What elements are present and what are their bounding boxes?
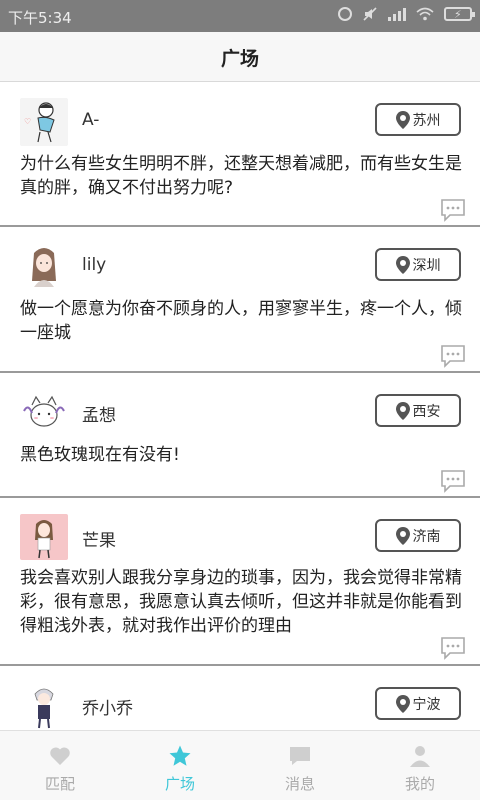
post-username[interactable]: lily bbox=[82, 255, 106, 275]
avatar[interactable]: ♡ bbox=[20, 98, 68, 146]
location-badge[interactable]: 西安 bbox=[375, 394, 461, 427]
post-content: 做一个愿意为你奋不顾身的人，用寥寥半生，疼一个人，倾一座城 bbox=[20, 299, 462, 343]
post-content: 黑色玫瑰现在有没有! bbox=[20, 445, 180, 465]
location-pin-icon bbox=[395, 526, 410, 545]
post-card[interactable]: lily 深圳 做一个愿意为你奋不顾身的人，用寥寥半生，疼一个人，倾一座城 bbox=[0, 229, 480, 373]
location-badge[interactable]: 深圳 bbox=[375, 248, 461, 281]
page-title: 广场 bbox=[220, 48, 259, 70]
comment-icon[interactable] bbox=[440, 636, 466, 660]
post-content: 我会喜欢别人跟我分享身边的琐事，因为，我会觉得非常精彩，很有意思，我愿意认真去倾… bbox=[20, 568, 462, 636]
location-badge[interactable]: 宁波 bbox=[375, 687, 461, 720]
post-card[interactable]: 乔小乔 宁波 bbox=[0, 668, 480, 730]
comment-icon[interactable] bbox=[440, 198, 466, 222]
alarm-icon bbox=[338, 7, 352, 21]
tab-match[interactable]: 匹配 bbox=[0, 731, 120, 800]
tab-label: 我的 bbox=[404, 775, 435, 793]
avatar[interactable] bbox=[20, 243, 68, 291]
location-pin-icon bbox=[395, 401, 410, 420]
status-time: 下午5:34 bbox=[8, 9, 72, 27]
post-content: 为什么有些女生明明不胖，还整天想着减肥，而有些女生是真的胖，确又不付出努力呢? bbox=[20, 154, 462, 198]
location-badge[interactable]: 济南 bbox=[375, 519, 461, 552]
tab-label: 广场 bbox=[164, 775, 195, 793]
tab-messages[interactable]: 消息 bbox=[240, 731, 360, 800]
location-pin-icon bbox=[395, 255, 410, 274]
avatar[interactable] bbox=[20, 514, 68, 560]
avatar[interactable] bbox=[20, 389, 68, 437]
location-label: 苏州 bbox=[412, 112, 441, 129]
post-card[interactable]: ♡ A- 苏州 为什么有些女生明明不胖，还整天想着减肥，而有些女生是真的胖，确又… bbox=[0, 84, 480, 227]
location-pin-icon bbox=[395, 110, 410, 129]
wifi-icon bbox=[416, 7, 434, 21]
battery-charging-icon: ⚡ bbox=[444, 7, 475, 21]
comment-icon[interactable] bbox=[440, 344, 466, 368]
post-card[interactable]: 芒果 济南 我会喜欢别人跟我分享身边的琐事，因为，我会觉得非常精彩，很有意思，我… bbox=[0, 500, 480, 666]
tab-profile[interactable]: 我的 bbox=[360, 731, 480, 800]
post-username[interactable]: 乔小乔 bbox=[82, 694, 133, 719]
post-username[interactable]: A- bbox=[82, 110, 99, 130]
location-label: 深圳 bbox=[412, 257, 441, 274]
square-feed[interactable]: ♡ A- 苏州 为什么有些女生明明不胖，还整天想着减肥，而有些女生是真的胖，确又… bbox=[0, 82, 480, 730]
location-badge[interactable]: 苏州 bbox=[375, 103, 461, 136]
tab-label: 消息 bbox=[284, 775, 315, 793]
location-label: 济南 bbox=[412, 528, 441, 545]
top-navigation-bar: 广场 bbox=[0, 32, 480, 82]
tab-square[interactable]: 广场 bbox=[120, 731, 240, 800]
location-pin-icon bbox=[395, 694, 410, 713]
comment-icon[interactable] bbox=[440, 469, 466, 493]
post-username[interactable]: 孟想 bbox=[82, 401, 116, 426]
signal-icon bbox=[388, 7, 406, 21]
avatar[interactable] bbox=[20, 682, 68, 730]
location-label: 宁波 bbox=[412, 696, 441, 713]
status-icons: ⚡ bbox=[338, 6, 475, 22]
heart-icon bbox=[50, 747, 70, 765]
post-username[interactable]: 芒果 bbox=[82, 526, 116, 551]
bottom-tab-bar: 匹配 广场 消息 我的 bbox=[0, 730, 480, 800]
mute-icon bbox=[363, 7, 377, 21]
status-bar: 下午5:34 ⚡ bbox=[0, 0, 480, 32]
location-label: 西安 bbox=[412, 403, 441, 420]
post-card[interactable]: 孟想 西安 黑色玫瑰现在有没有! bbox=[0, 375, 480, 498]
star-icon bbox=[169, 745, 191, 766]
svg-text:♡: ♡ bbox=[24, 117, 31, 126]
message-icon bbox=[290, 747, 310, 765]
user-icon bbox=[410, 746, 430, 767]
tab-label: 匹配 bbox=[44, 775, 75, 793]
